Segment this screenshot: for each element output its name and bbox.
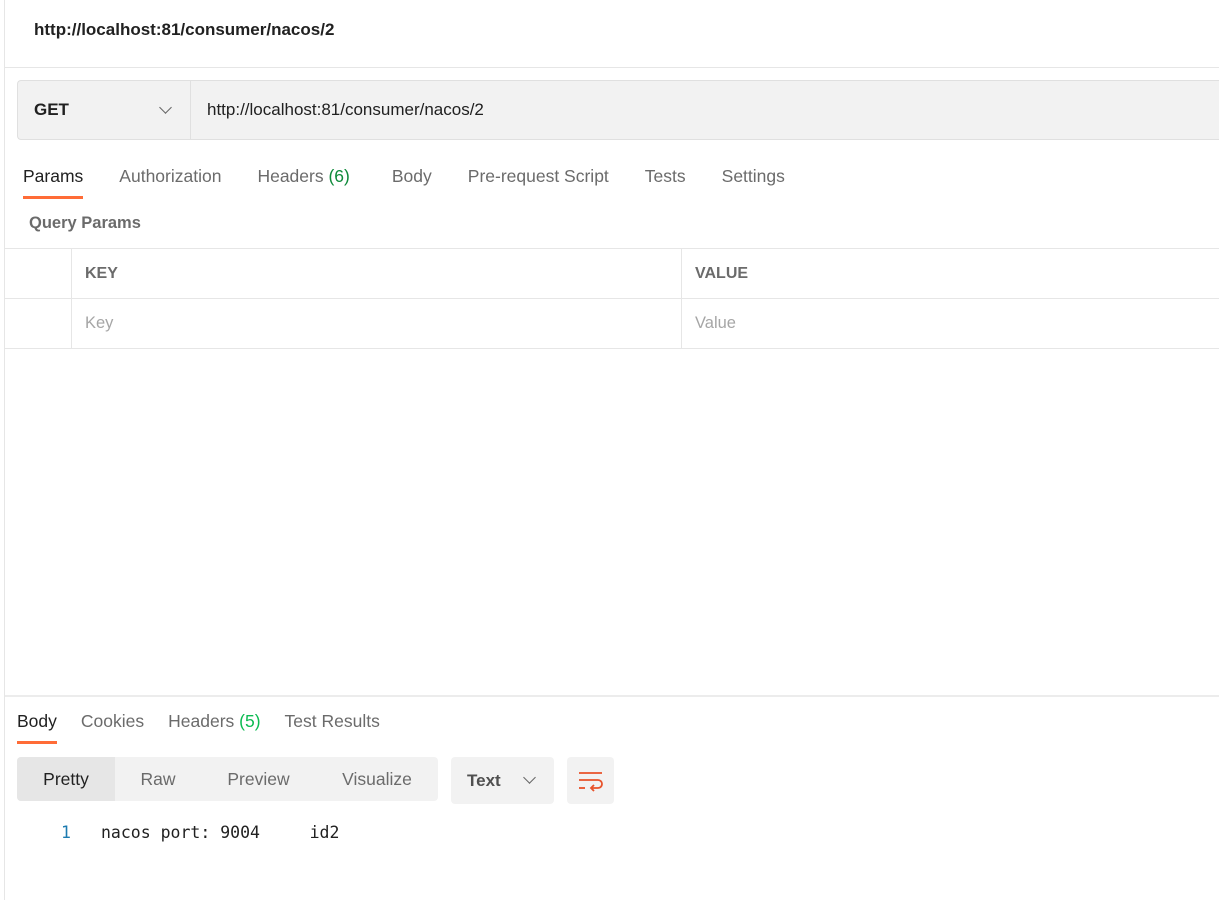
format-label: Text <box>467 770 501 790</box>
tab-body[interactable]: Body <box>392 166 432 199</box>
view-pretty-button[interactable]: Pretty <box>17 757 115 801</box>
request-title: http://localhost:81/consumer/nacos/2 <box>34 20 335 39</box>
chevron-down-icon <box>523 771 536 784</box>
method-label: GET <box>34 100 69 119</box>
tab-headers[interactable]: Headers (6) <box>257 166 349 199</box>
tab-test-results[interactable]: Test Results <box>285 711 380 744</box>
divider <box>5 67 1219 68</box>
key-header: KEY <box>72 249 682 298</box>
line-number: 1 <box>61 823 71 842</box>
key-input[interactable]: Key <box>72 299 682 348</box>
url-input[interactable]: http://localhost:81/consumer/nacos/2 <box>191 100 484 120</box>
view-mode-group: Pretty Raw Preview Visualize <box>17 757 438 801</box>
response-body-line: nacos port: 9004 id2 <box>101 823 340 842</box>
tab-response-headers-label: Headers <box>168 711 235 731</box>
response-headers-count: (5) <box>239 711 261 731</box>
view-raw-button[interactable]: Raw <box>115 757 201 801</box>
query-params-title: Query Params <box>29 214 141 232</box>
tab-settings[interactable]: Settings <box>722 166 785 199</box>
value-input[interactable]: Value <box>682 299 1219 348</box>
row-checkbox-cell <box>5 299 72 348</box>
tab-pre-request-script[interactable]: Pre-request Script <box>468 166 609 199</box>
headers-count: (6) <box>328 166 350 186</box>
tab-cookies[interactable]: Cookies <box>81 711 144 744</box>
params-table: KEY VALUE Key Value <box>5 248 1219 349</box>
response-tabs: Body Cookies Headers (5) Test Results <box>17 711 380 744</box>
table-header-row: KEY VALUE <box>5 249 1219 299</box>
tab-params[interactable]: Params <box>23 166 84 199</box>
wrap-lines-icon <box>579 772 603 792</box>
format-select[interactable]: Text <box>451 757 554 804</box>
request-bar: GET http://localhost:81/consumer/nacos/2 <box>17 80 1219 140</box>
table-row: Key Value <box>5 299 1219 349</box>
chevron-down-icon <box>159 101 172 114</box>
tab-response-headers[interactable]: Headers (5) <box>168 711 260 744</box>
tab-response-body[interactable]: Body <box>17 711 57 744</box>
tab-authorization[interactable]: Authorization <box>119 166 221 199</box>
tab-tests[interactable]: Tests <box>645 166 686 199</box>
wrap-lines-button[interactable] <box>567 757 614 804</box>
tab-headers-label: Headers <box>257 166 324 186</box>
view-visualize-button[interactable]: Visualize <box>316 757 438 801</box>
value-header: VALUE <box>695 264 749 282</box>
method-select[interactable]: GET <box>18 81 191 139</box>
left-border <box>4 0 5 900</box>
request-tabs: Params Authorization Headers (6) Body Pr… <box>23 166 785 199</box>
pane-divider[interactable] <box>5 695 1219 697</box>
view-preview-button[interactable]: Preview <box>201 757 316 801</box>
checkbox-column <box>5 249 72 298</box>
